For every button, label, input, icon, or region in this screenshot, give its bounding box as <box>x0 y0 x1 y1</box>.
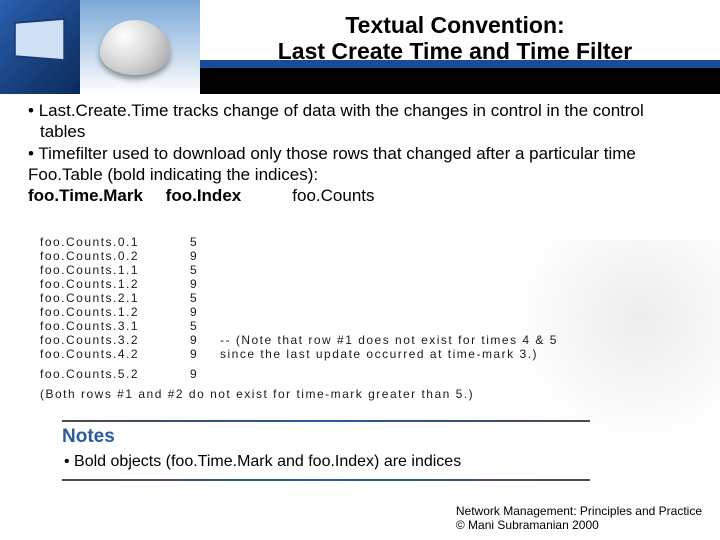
notes-body: Bold objects (foo.Time.Mark and foo.Inde… <box>62 452 590 471</box>
table-row: foo.Counts.2.15 <box>40 291 700 305</box>
column-headers: foo.Time.Mark foo.Index foo.Counts <box>28 185 692 206</box>
bullet-item: Last.Create.Time tracks change of data w… <box>28 100 692 143</box>
notes-section: Notes Bold objects (foo.Time.Mark and fo… <box>62 416 590 485</box>
bullet-item: Timefilter used to download only those r… <box>28 143 692 164</box>
col-counts: foo.Counts <box>292 186 374 205</box>
notes-rule-top <box>62 420 590 422</box>
footer: Network Management: Principles and Pract… <box>456 504 702 532</box>
table-row: foo.Counts.5.29 <box>40 367 700 381</box>
footer-line-1: Network Management: Principles and Pract… <box>456 504 702 518</box>
header-art <box>0 0 200 94</box>
table-row: foo.Counts.1.29 <box>40 277 700 291</box>
title-line-1: Textual Convention: <box>210 12 700 38</box>
notes-rule-bottom <box>62 479 590 481</box>
main-content: Last.Create.Time tracks change of data w… <box>28 100 692 206</box>
header-band: Textual Convention: Last Create Time and… <box>0 0 720 100</box>
footer-line-2: © Mani Subramanian 2000 <box>456 518 702 532</box>
col-index: foo.Index <box>166 186 242 205</box>
table-row: foo.Counts.4.29 since the last update oc… <box>40 347 700 361</box>
table-row: foo.Counts.0.29 <box>40 249 700 263</box>
notes-heading: Notes <box>62 426 590 448</box>
data-table: foo.Counts.0.15 foo.Counts.0.29 foo.Coun… <box>40 235 700 401</box>
table-row: foo.Counts.3.15 <box>40 319 700 333</box>
table-row: foo.Counts.1.15 <box>40 263 700 277</box>
slide-title: Textual Convention: Last Create Time and… <box>210 12 700 65</box>
col-timemark: foo.Time.Mark <box>28 186 143 205</box>
paren-note: (Both rows #1 and #2 do not exist for ti… <box>40 387 700 401</box>
mouse-icon <box>80 0 200 94</box>
table-row: foo.Counts.1.29 <box>40 305 700 319</box>
table-row: foo.Counts.3.29-- (Note that row #1 does… <box>40 333 700 347</box>
table-row: foo.Counts.0.15 <box>40 235 700 249</box>
laptop-icon <box>0 0 80 94</box>
table-intro: Foo.Table (bold indicating the indices): <box>28 164 692 185</box>
title-line-2: Last Create Time and Time Filter <box>210 38 700 64</box>
